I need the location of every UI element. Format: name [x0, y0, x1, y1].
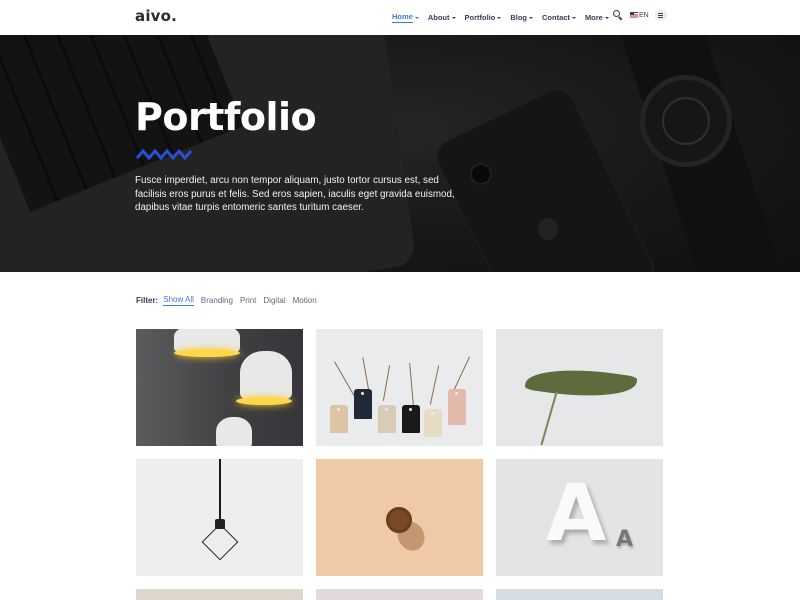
tag	[330, 405, 348, 433]
filter-show-all[interactable]: Show All	[163, 295, 194, 306]
tag	[448, 389, 466, 425]
chevron-down-icon	[451, 16, 456, 19]
filter-motion[interactable]: Motion	[293, 296, 317, 305]
portfolio-filter: Filter: Show All Branding Print Digital …	[136, 295, 324, 306]
bulb-cord	[219, 459, 221, 521]
tag-string	[409, 363, 414, 405]
coffee-cup-image	[386, 507, 412, 533]
language-selector[interactable]: EN	[630, 12, 649, 19]
chevron-down-icon	[414, 16, 419, 19]
search-icon[interactable]	[612, 9, 624, 21]
tag-string	[453, 356, 470, 392]
nav-label: About	[427, 13, 450, 22]
navbar: aivo. Home About Portfolio Blog Contact …	[0, 0, 800, 35]
hero-overlay	[0, 35, 800, 272]
nav-label: More	[584, 13, 603, 22]
tag	[424, 409, 442, 437]
zigzag-divider-icon	[136, 148, 193, 160]
tag	[378, 405, 396, 433]
nav-label: Portfolio	[464, 13, 496, 22]
filter-print[interactable]: Print	[240, 296, 256, 305]
chevron-down-icon	[529, 16, 534, 19]
portfolio-item-letters[interactable]: A A	[496, 459, 663, 576]
portfolio-item[interactable]	[316, 589, 483, 600]
bulb-cage	[201, 523, 239, 561]
menu-icon-bar	[658, 12, 664, 14]
filter-branding[interactable]: Branding	[201, 296, 233, 305]
flag-icon	[630, 12, 638, 18]
lampshade	[240, 351, 292, 399]
lampshade	[216, 417, 252, 446]
nav-item-blog[interactable]: Blog	[510, 13, 534, 22]
portfolio-item[interactable]	[496, 589, 663, 600]
hero-description: Fusce imperdiet, arcu non tempor aliquam…	[135, 175, 455, 213]
lamp-glow	[236, 397, 292, 405]
nav-tools: EN	[612, 9, 667, 21]
portfolio-item-coffee[interactable]	[316, 459, 483, 576]
nav-item-home[interactable]: Home	[392, 12, 419, 23]
nav-label: Contact	[542, 13, 570, 22]
portfolio-item-bulb[interactable]	[136, 459, 303, 576]
page-title: Portfolio	[135, 95, 317, 139]
portfolio-item-tags[interactable]	[316, 329, 483, 446]
chevron-down-icon	[571, 16, 576, 19]
main-nav: Home About Portfolio Blog Contact More	[392, 12, 618, 23]
chevron-down-icon	[497, 16, 502, 19]
tag-string	[382, 365, 391, 401]
lamp-glow	[174, 349, 240, 357]
nav-label: Home	[392, 12, 413, 23]
menu-button[interactable]	[654, 9, 667, 21]
portfolio-item-lamps[interactable]	[136, 329, 303, 446]
tag-string	[429, 365, 440, 405]
letter-a-large: A	[546, 469, 607, 559]
leaf-stem	[540, 391, 558, 446]
hero-section: Portfolio Fusce imperdiet, arcu non temp…	[0, 35, 800, 272]
chevron-down-icon	[604, 16, 609, 19]
nav-item-more[interactable]: More	[585, 13, 609, 22]
letter-a-small: A	[616, 527, 634, 552]
nav-label: Blog	[510, 13, 528, 22]
filter-label: Filter:	[136, 295, 159, 305]
portfolio-item[interactable]	[136, 589, 303, 600]
tag-string	[334, 361, 355, 397]
nav-item-portfolio[interactable]: Portfolio	[465, 13, 502, 22]
tag	[354, 389, 372, 419]
nav-item-about[interactable]: About	[428, 13, 456, 22]
leaf-image	[524, 361, 638, 405]
portfolio-item-leaf[interactable]	[496, 329, 663, 446]
menu-icon-bar	[658, 16, 664, 18]
filter-digital[interactable]: Digital	[263, 296, 285, 305]
menu-icon-bar	[658, 14, 664, 16]
logo[interactable]: aivo.	[135, 7, 177, 25]
nav-item-contact[interactable]: Contact	[542, 13, 576, 22]
tag	[402, 405, 420, 433]
language-label: EN	[639, 11, 649, 19]
